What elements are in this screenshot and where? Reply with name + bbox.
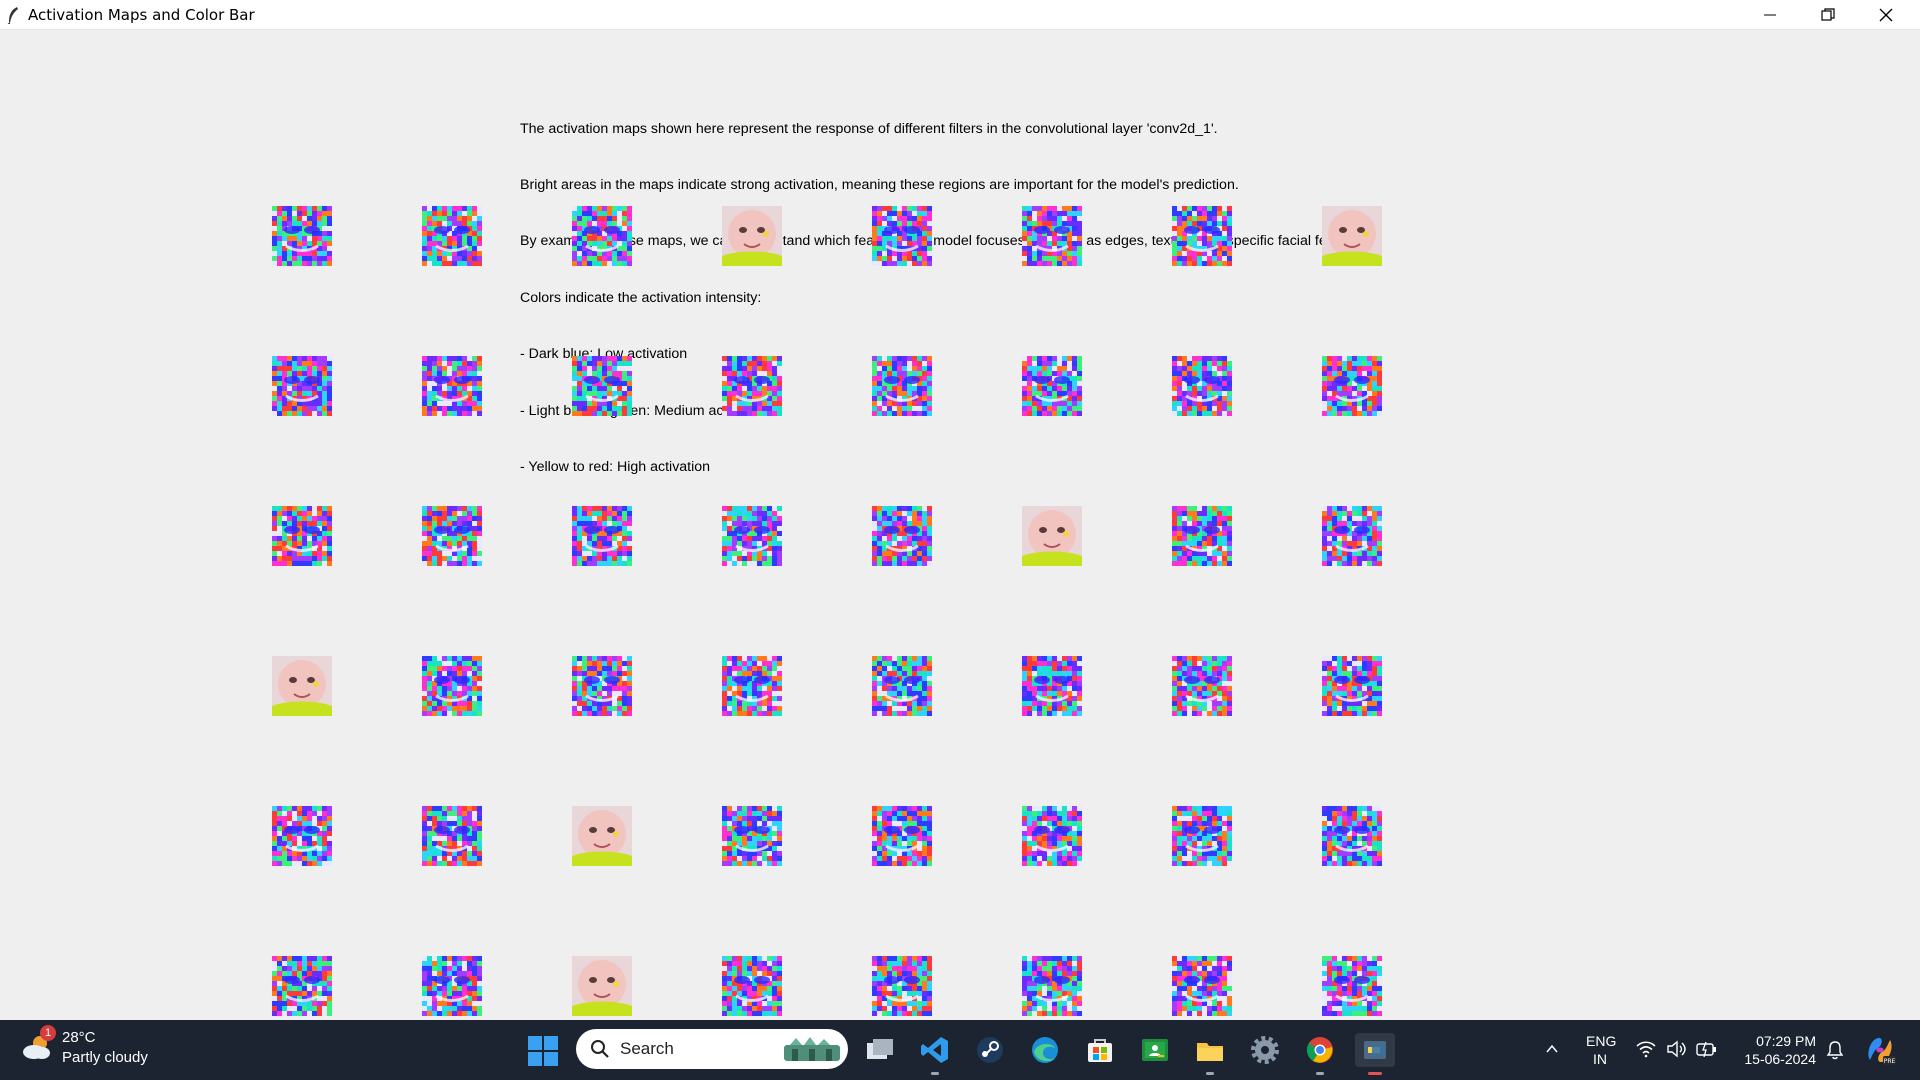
- activation-map-image: [272, 206, 332, 266]
- wifi-icon[interactable]: [1636, 1040, 1656, 1058]
- activation-map-image: [422, 206, 482, 266]
- weather-widget[interactable]: 1 28°C Partly cloudy: [20, 1025, 148, 1068]
- close-icon: [1879, 8, 1893, 21]
- language-line: ENG: [1586, 1033, 1617, 1049]
- language-line: IN: [1593, 1051, 1607, 1067]
- classroom-icon[interactable]: [1138, 1033, 1172, 1067]
- settings-gear-icon[interactable]: [1248, 1033, 1282, 1067]
- feather-app-icon: [7, 6, 18, 24]
- search-placeholder: Search: [620, 1039, 674, 1058]
- activation-map-image: [1022, 206, 1082, 266]
- activation-map-image: [572, 356, 632, 416]
- activation-map-image: [272, 956, 332, 1016]
- volume-icon[interactable]: [1666, 1040, 1686, 1058]
- activation-map-image: [422, 506, 482, 566]
- task-view-icon[interactable]: [863, 1033, 897, 1067]
- description-line: The activation maps shown here represent…: [520, 120, 1218, 137]
- activation-map-image: [272, 506, 332, 566]
- vscode-icon[interactable]: [918, 1033, 952, 1075]
- edge-browser-icon[interactable]: [1028, 1033, 1062, 1067]
- baby-face-image: [272, 656, 332, 716]
- microsoft-store-icon[interactable]: [1083, 1033, 1117, 1067]
- activation-map-image: [1172, 506, 1232, 566]
- steam-icon[interactable]: [973, 1033, 1007, 1067]
- language-indicator[interactable]: ENG IN: [1586, 1032, 1617, 1068]
- activation-map-image: [1322, 806, 1382, 866]
- search-box[interactable]: Search: [576, 1029, 848, 1069]
- restore-button[interactable]: [1799, 0, 1857, 29]
- activation-map-image: [422, 356, 482, 416]
- activation-map-image: [1322, 356, 1382, 416]
- activation-map-image: [1322, 656, 1382, 716]
- description-text: The activation maps shown here represent…: [520, 82, 1370, 514]
- activation-map-image: [422, 656, 482, 716]
- description-line: - Yellow to red: High activation: [520, 458, 711, 475]
- activation-map-image: [1322, 506, 1382, 566]
- chrome-icon[interactable]: [1303, 1033, 1337, 1075]
- battery-icon[interactable]: [1696, 1040, 1718, 1058]
- activation-map-image: [1022, 656, 1082, 716]
- taskbar: 1 28°C Partly cloudy Search ENG IN 07:29…: [0, 1020, 1920, 1080]
- activation-map-image: [722, 356, 782, 416]
- activation-map-image: [872, 506, 932, 566]
- activation-map-image: [722, 506, 782, 566]
- python-tk-icon[interactable]: [1355, 1033, 1395, 1075]
- minimize-icon: [1764, 14, 1776, 15]
- activation-map-image: [272, 806, 332, 866]
- search-icon: [591, 1040, 609, 1058]
- activation-map-image: [872, 656, 932, 716]
- title-bar: Activation Maps and Color Bar: [0, 0, 1920, 30]
- baby-face-image: [1022, 506, 1082, 566]
- chevron-up-icon[interactable]: [1545, 1042, 1559, 1056]
- system-clock[interactable]: 07:29 PM 15-06-2024: [1738, 1032, 1816, 1068]
- file-explorer-icon[interactable]: [1193, 1033, 1227, 1075]
- window-title: Activation Maps and Color Bar: [28, 5, 255, 24]
- activation-map-image: [1022, 956, 1082, 1016]
- activation-map-image: [722, 956, 782, 1016]
- activation-map-image: [422, 806, 482, 866]
- activation-map-image: [722, 806, 782, 866]
- description-line: Bright areas in the maps indicate strong…: [520, 176, 1239, 193]
- activation-map-image: [1172, 356, 1232, 416]
- description-line: - Light blue to green: Medium activation: [520, 402, 769, 419]
- activation-map-image: [1022, 806, 1082, 866]
- search-highlight-icon: [784, 1037, 840, 1061]
- clock-time: 07:29 PM: [1756, 1033, 1816, 1049]
- weather-condition: Partly cloudy: [62, 1049, 148, 1066]
- activation-map-image: [572, 656, 632, 716]
- notification-bell-icon[interactable]: [1826, 1040, 1844, 1060]
- activation-map-image: [872, 806, 932, 866]
- activation-map-image: [872, 206, 932, 266]
- baby-face-image: [1322, 206, 1382, 266]
- baby-face-image: [722, 206, 782, 266]
- activation-map-image: [722, 656, 782, 716]
- activation-map-image: [872, 956, 932, 1016]
- baby-face-image: [572, 806, 632, 866]
- activation-map-image: [1022, 356, 1082, 416]
- windows-start-icon[interactable]: [528, 1036, 558, 1066]
- activation-map-image: [1172, 956, 1232, 1016]
- weather-temp: 28°C: [62, 1029, 96, 1046]
- restore-icon: [1821, 7, 1835, 21]
- clock-date: 15-06-2024: [1744, 1051, 1816, 1067]
- notification-badge: 1: [40, 1025, 56, 1041]
- activation-map-image: [1322, 956, 1382, 1016]
- activation-map-image: [1172, 656, 1232, 716]
- minimize-button[interactable]: [1741, 0, 1799, 29]
- description-line: Colors indicate the activation intensity…: [520, 289, 762, 306]
- activation-map-image: [422, 956, 482, 1016]
- activation-map-image: [572, 206, 632, 266]
- description-line: By examining these maps, we can understa…: [520, 233, 1371, 250]
- activation-map-image: [872, 356, 932, 416]
- activation-map-image: [272, 356, 332, 416]
- baby-face-image: [572, 956, 632, 1016]
- close-button[interactable]: [1857, 0, 1915, 29]
- copilot-icon[interactable]: PRE: [1864, 1034, 1896, 1066]
- description-line: - Dark blue: Low activation: [520, 346, 688, 363]
- activation-map-image: [572, 506, 632, 566]
- activation-map-image: [1172, 806, 1232, 866]
- activation-map-image: [1172, 206, 1232, 266]
